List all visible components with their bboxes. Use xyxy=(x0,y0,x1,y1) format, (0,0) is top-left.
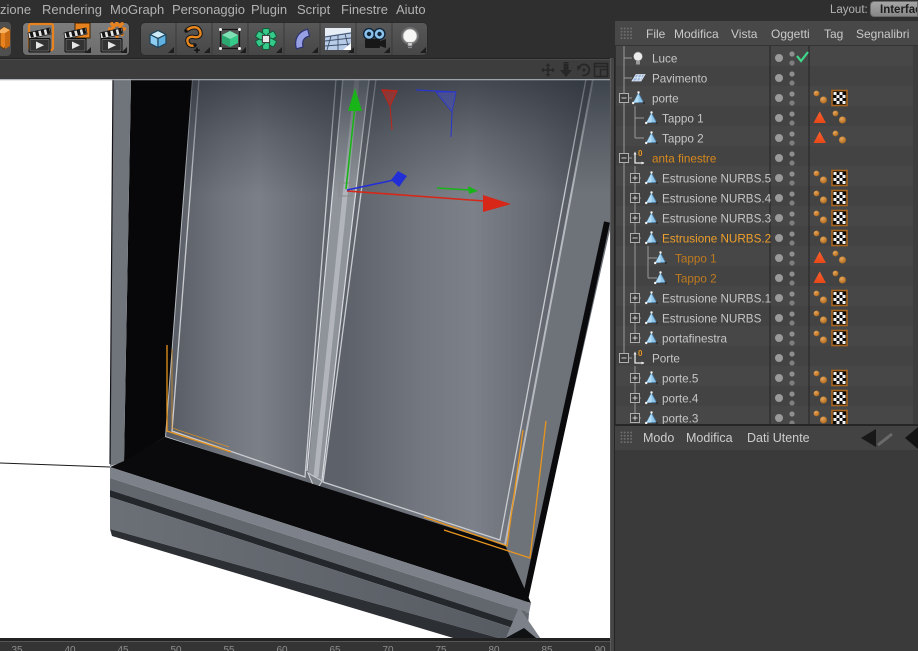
svg-text:Tappo 2: Tappo 2 xyxy=(662,133,704,146)
svg-text:anta finestre: anta finestre xyxy=(652,153,716,166)
svg-text:0: 0 xyxy=(638,349,643,358)
svg-text:Estrusione NURBS.2: Estrusione NURBS.2 xyxy=(662,233,771,246)
svg-text:porte.3: porte.3 xyxy=(662,413,698,425)
svg-text:Tappo 1: Tappo 1 xyxy=(675,253,717,266)
svg-text:porte: porte xyxy=(652,93,679,106)
svg-text:porte.5: porte.5 xyxy=(662,373,699,386)
svg-text:Estrusione NURBS: Estrusione NURBS xyxy=(662,313,762,326)
svg-text:Estrusione NURBS.1: Estrusione NURBS.1 xyxy=(662,293,771,306)
svg-text:Tappo 2: Tappo 2 xyxy=(675,273,717,286)
svg-text:porte.4: porte.4 xyxy=(662,393,699,406)
svg-text:portafinestra: portafinestra xyxy=(662,333,727,346)
svg-text:Pavimento: Pavimento xyxy=(652,73,708,86)
svg-text:Tappo 1: Tappo 1 xyxy=(662,113,704,126)
svg-text:0: 0 xyxy=(638,149,643,158)
svg-text:Estrusione NURBS.3: Estrusione NURBS.3 xyxy=(662,213,771,226)
svg-text:Porte: Porte xyxy=(652,353,680,366)
svg-text:Estrusione NURBS.5: Estrusione NURBS.5 xyxy=(662,173,772,186)
svg-text:Luce: Luce xyxy=(652,53,677,66)
svg-text:Estrusione NURBS.4: Estrusione NURBS.4 xyxy=(662,193,772,206)
